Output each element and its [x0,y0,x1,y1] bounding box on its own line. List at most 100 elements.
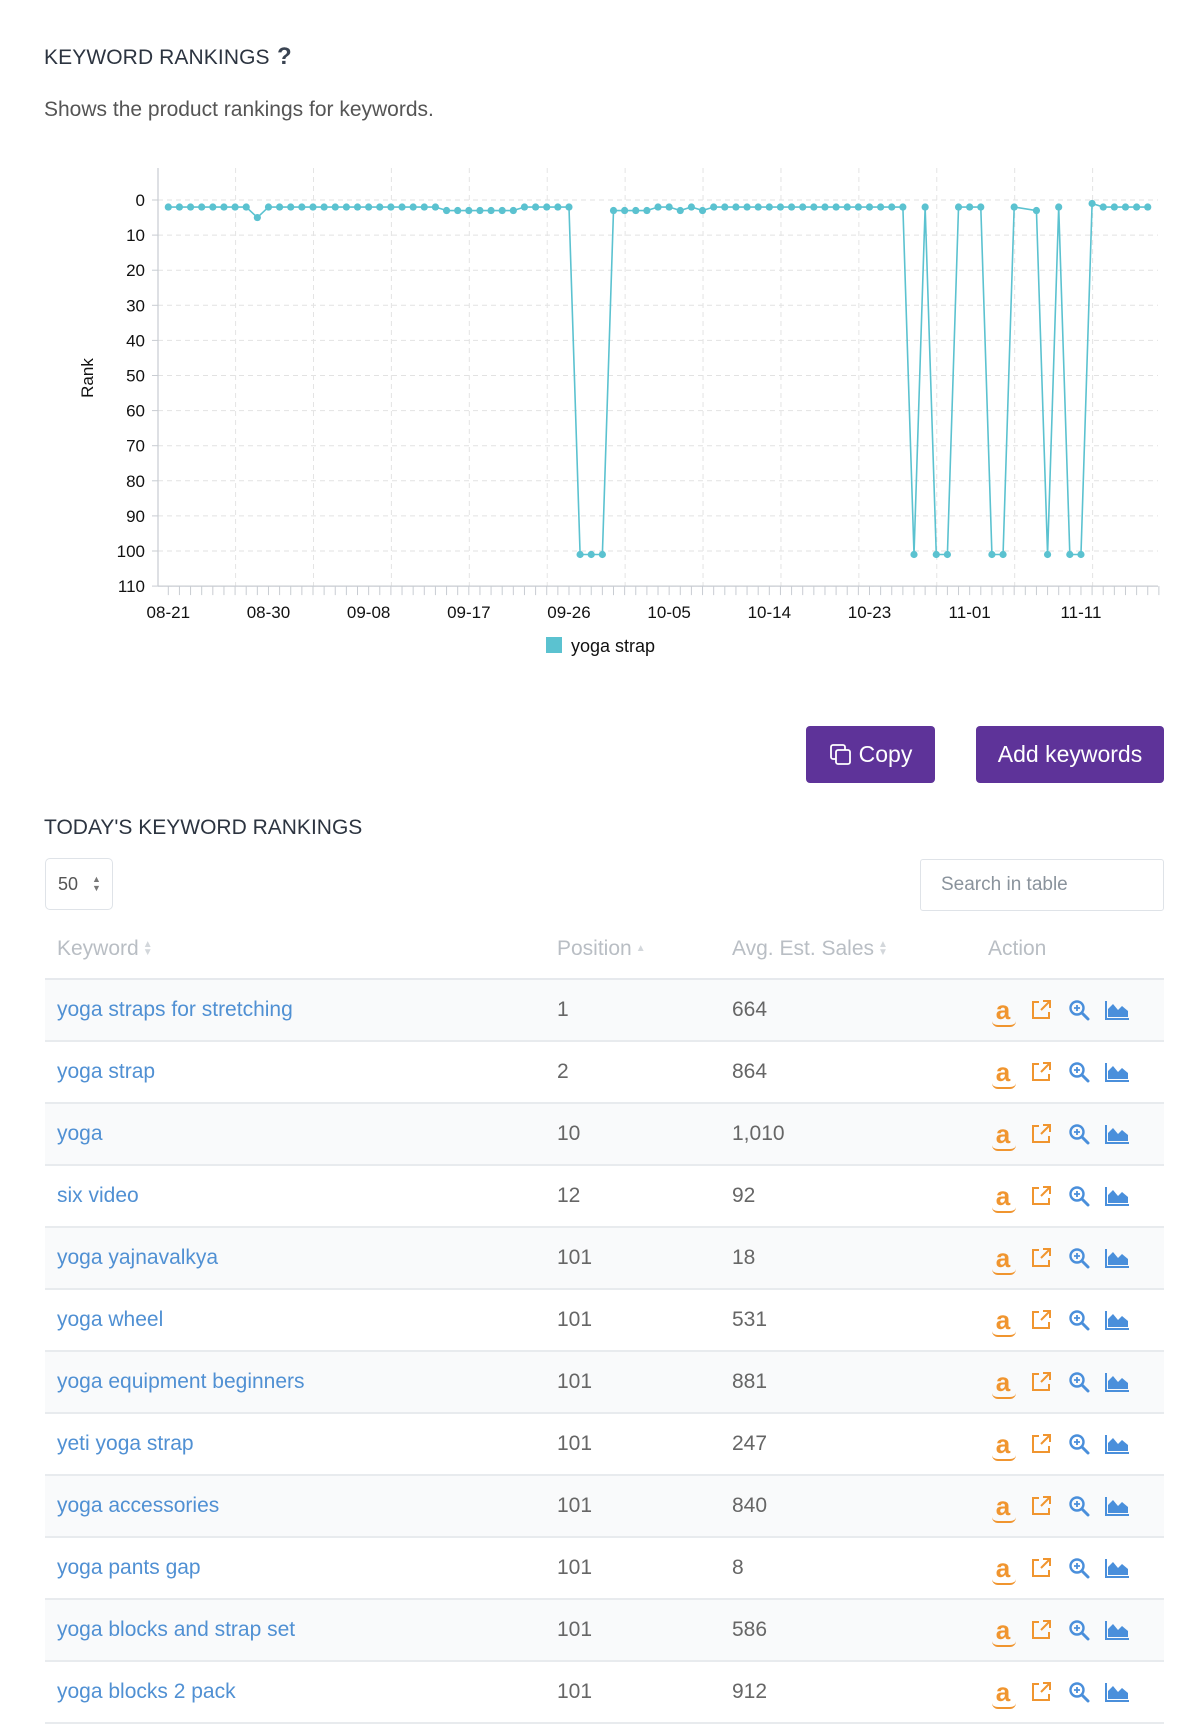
amazon-icon[interactable]: a [990,1617,1016,1647]
amazon-icon[interactable]: a [990,1679,1016,1709]
column-header-label: Keyword [57,937,139,960]
data-point [365,203,373,211]
area-chart-icon[interactable] [1104,1059,1130,1085]
amazon-icon[interactable]: a [990,1307,1016,1337]
external-link-icon[interactable] [1028,1059,1054,1085]
zoom-in-icon[interactable] [1066,1431,1092,1457]
keyword-link[interactable]: yoga wheel [57,1308,163,1331]
data-point [676,206,684,215]
external-link-icon[interactable] [1028,997,1054,1023]
sales-cell: 586 [732,1599,970,1662]
area-chart-icon[interactable] [1104,1679,1130,1705]
column-header-label: Position [557,937,632,960]
zoom-in-icon[interactable] [1066,1617,1092,1643]
add-keywords-button[interactable]: Add keywords [976,726,1164,783]
keyword-link[interactable]: yoga pants gap [57,1556,201,1579]
zoom-in-icon[interactable] [1066,1555,1092,1581]
question-mark-icon[interactable]: ? [277,43,292,71]
copy-button[interactable]: Copy [806,726,935,783]
column-header-keyword[interactable]: Keyword ▲ ▼ [45,920,557,980]
page-subtitle: Shows the product rankings for keywords. [44,98,434,121]
area-chart-icon[interactable] [1104,1307,1130,1333]
data-point [498,206,506,215]
keyword-cell: yoga wheel [45,1289,557,1352]
keyword-link[interactable]: yeti yoga strap [57,1432,194,1455]
column-header-sales[interactable]: Avg. Est. Sales ▲ ▼ [732,920,970,980]
position-cell: 10 [557,1103,732,1166]
external-link-icon[interactable] [1028,1307,1054,1333]
area-chart-icon[interactable] [1104,1617,1130,1643]
amazon-icon[interactable]: a [990,1555,1016,1585]
keyword-link[interactable]: yoga blocks 2 pack [57,1680,236,1703]
keyword-link[interactable]: yoga blocks and strap set [57,1618,295,1641]
area-chart-icon[interactable] [1104,1431,1130,1457]
y-tick-label: 70 [126,437,145,456]
y-tick-label: 0 [136,191,145,210]
action-cell: a [970,1413,1164,1476]
amazon-icon[interactable]: a [990,1245,1016,1275]
data-point [164,203,172,211]
keyword-link[interactable]: yoga equipment beginners [57,1370,305,1393]
sales-cell: 864 [732,1041,970,1104]
area-chart-icon[interactable] [1104,1369,1130,1395]
keyword-link[interactable]: yoga accessories [57,1494,219,1517]
keyword-link[interactable]: six video [57,1184,139,1207]
keyword-link[interactable]: yoga straps for stretching [57,998,293,1021]
zoom-in-icon[interactable] [1066,1059,1092,1085]
data-point [320,203,328,211]
amazon-icon[interactable]: a [990,1493,1016,1523]
amazon-icon[interactable]: a [990,1431,1016,1461]
zoom-in-icon[interactable] [1066,1245,1092,1271]
external-link-icon[interactable] [1028,1431,1054,1457]
external-link-icon[interactable] [1028,1555,1054,1581]
area-chart-icon[interactable] [1104,1183,1130,1209]
area-chart-icon[interactable] [1104,997,1130,1023]
zoom-in-icon[interactable] [1066,997,1092,1023]
external-link-icon[interactable] [1028,1245,1054,1271]
table-row: yoga wheel 101 531 a [45,1289,1164,1352]
amazon-icon[interactable]: a [990,1183,1016,1213]
table-row: yoga blocks 2 pack 101 912 a [45,1661,1164,1724]
external-link-icon[interactable] [1028,1679,1054,1705]
action-cell: a [970,1289,1164,1352]
amazon-icon[interactable]: a [990,997,1016,1027]
keyword-link[interactable]: yoga strap [57,1060,155,1083]
legend[interactable]: yoga strap [546,636,655,656]
external-link-icon[interactable] [1028,1183,1054,1209]
zoom-in-icon[interactable] [1066,1307,1092,1333]
zoom-in-icon[interactable] [1066,1679,1092,1705]
data-point [398,203,406,211]
column-header-position[interactable]: Position ▲ [557,920,732,980]
external-link-icon[interactable] [1028,1617,1054,1643]
area-chart-icon[interactable] [1104,1493,1130,1519]
keyword-link[interactable]: yoga [57,1122,103,1145]
external-link-icon[interactable] [1028,1493,1054,1519]
area-chart-icon[interactable] [1104,1121,1130,1147]
x-tick-label: 08-30 [247,603,290,622]
amazon-icon[interactable]: a [990,1369,1016,1399]
search-input[interactable] [920,859,1164,911]
amazon-icon[interactable]: a [990,1059,1016,1089]
table-row: six video 12 92 a [45,1165,1164,1228]
data-point [687,203,696,211]
area-chart-icon[interactable] [1104,1245,1130,1271]
data-point [632,206,640,215]
data-point [231,203,239,211]
data-point [654,203,662,211]
zoom-in-icon[interactable] [1066,1183,1092,1209]
page-size-select[interactable]: 50 ▲ ▼ [45,858,113,910]
zoom-in-icon[interactable] [1066,1369,1092,1395]
data-point [198,203,206,211]
data-point [821,203,829,211]
table-row: yoga straps for stretching 1 664 a [45,979,1164,1042]
y-tick-label: 10 [126,226,145,245]
external-link-icon[interactable] [1028,1369,1054,1395]
data-point [943,550,952,559]
x-tick-label: 09-26 [547,603,590,622]
zoom-in-icon[interactable] [1066,1493,1092,1519]
zoom-in-icon[interactable] [1066,1121,1092,1147]
area-chart-icon[interactable] [1104,1555,1130,1581]
external-link-icon[interactable] [1028,1121,1054,1147]
keyword-link[interactable]: yoga yajnavalkya [57,1246,218,1269]
amazon-icon[interactable]: a [990,1121,1016,1151]
